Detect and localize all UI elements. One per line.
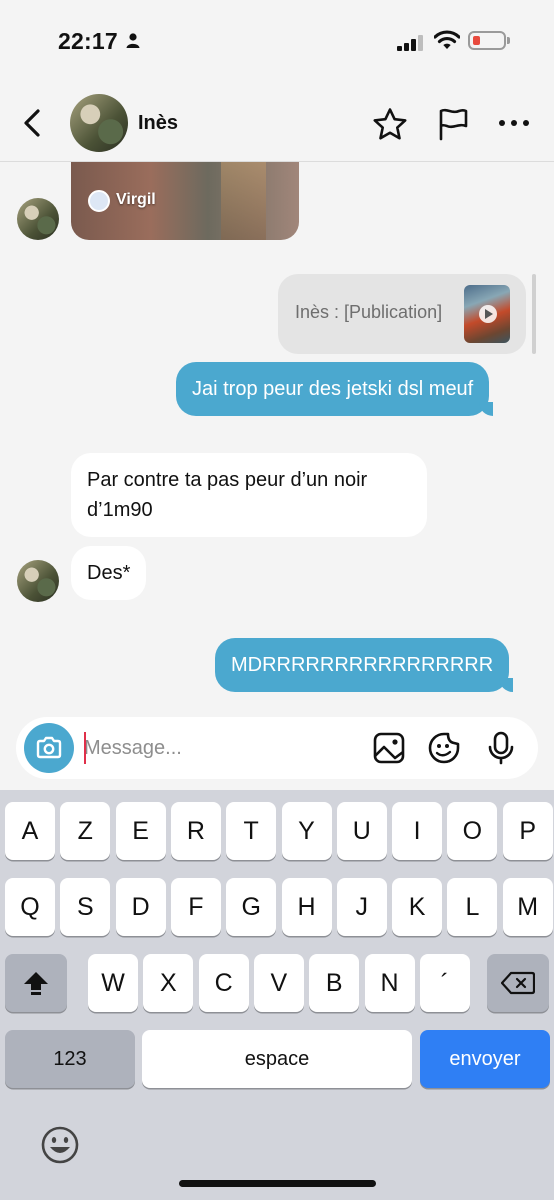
incoming-message[interactable]: Par contre ta pas peur d’un noir d’1m90: [71, 453, 427, 537]
key-l[interactable]: L: [447, 878, 498, 936]
sender-avatar[interactable]: [17, 198, 59, 240]
battery-icon: [468, 31, 506, 50]
shift-icon: [24, 972, 48, 995]
key-g[interactable]: G: [226, 878, 277, 936]
key-b[interactable]: B: [309, 954, 360, 1012]
key-i[interactable]: I: [392, 802, 443, 860]
key-v[interactable]: V: [253, 954, 304, 1012]
contact-name[interactable]: Inès: [138, 112, 178, 135]
shift-key[interactable]: [5, 954, 67, 1012]
play-icon: [479, 305, 497, 323]
shared-post-text: Inès : [Publication]: [295, 302, 443, 322]
text-cursor: [84, 732, 86, 764]
sender-avatar[interactable]: [17, 560, 59, 602]
back-icon[interactable]: [16, 106, 48, 140]
media-author: Virgil: [116, 191, 156, 208]
key-k[interactable]: K: [392, 878, 443, 936]
message-text: MDRRRRRRRRRRRRRRRR: [231, 654, 494, 676]
key-h[interactable]: H: [281, 878, 332, 936]
contact-avatar[interactable]: [70, 94, 128, 152]
key-s[interactable]: S: [60, 878, 111, 936]
gallery-icon[interactable]: [372, 731, 406, 765]
emoji-icon[interactable]: [40, 1125, 80, 1165]
send-key[interactable]: envoyer: [420, 1030, 550, 1088]
key-p[interactable]: P: [502, 802, 553, 860]
battery-level: [473, 36, 480, 45]
message-text-line: d’1m90: [87, 499, 153, 521]
status-time: 22:17: [58, 28, 118, 54]
status-bar: 22:17: [0, 0, 554, 84]
space-key[interactable]: espace: [142, 1030, 412, 1088]
home-indicator[interactable]: [179, 1180, 376, 1187]
message-text: Jai trop peur des jetski dsl meuf: [192, 378, 474, 400]
key-o[interactable]: O: [447, 802, 498, 860]
numbers-key[interactable]: 123: [5, 1030, 135, 1088]
key-f[interactable]: F: [170, 878, 221, 936]
key-q[interactable]: Q: [5, 878, 55, 936]
chat-header: Inès: [0, 84, 554, 162]
key-acute-accent[interactable]: ´: [419, 954, 470, 1012]
key-a[interactable]: A: [5, 802, 55, 860]
key-c[interactable]: C: [198, 954, 249, 1012]
camera-icon: [36, 736, 62, 759]
key-d[interactable]: D: [115, 878, 166, 936]
sticker-icon[interactable]: [427, 731, 461, 765]
camera-button[interactable]: [24, 723, 74, 773]
post-thumbnail: [464, 285, 510, 343]
more-icon[interactable]: [498, 118, 530, 128]
key-u[interactable]: U: [336, 802, 387, 860]
key-r[interactable]: R: [170, 802, 221, 860]
delete-key[interactable]: [487, 954, 549, 1012]
signal-icon: [397, 35, 425, 51]
star-icon[interactable]: [372, 107, 408, 141]
wifi-icon: [434, 30, 460, 49]
incoming-message[interactable]: Des*: [71, 546, 147, 600]
key-n[interactable]: N: [364, 954, 415, 1012]
key-m[interactable]: M: [502, 878, 553, 936]
key-t[interactable]: T: [226, 802, 277, 860]
key-x[interactable]: X: [143, 954, 194, 1012]
message-composer: [16, 717, 538, 779]
key-z[interactable]: Z: [60, 802, 111, 860]
key-e[interactable]: E: [115, 802, 166, 860]
outgoing-message[interactable]: Jai trop peur des jetski dsl meuf: [176, 362, 494, 416]
key-j[interactable]: J: [336, 878, 387, 936]
message-text-line: Par contre ta pas peur d’un noir: [87, 469, 368, 491]
outgoing-message[interactable]: MDRRRRRRRRRRRRRRRR: [215, 638, 514, 692]
key-w[interactable]: W: [88, 954, 138, 1012]
shared-post-message[interactable]: Inès : [Publication]: [278, 274, 526, 354]
message-list[interactable]: Virgil Inès : [Publication] Jai trop peu…: [0, 162, 554, 712]
backspace-icon: [501, 971, 535, 995]
author-avatar-icon: [88, 190, 110, 212]
flag-icon[interactable]: [437, 107, 469, 141]
message-input[interactable]: [84, 731, 354, 765]
microphone-icon[interactable]: [484, 731, 518, 765]
person-icon: [126, 33, 140, 48]
message-text: Des*: [87, 562, 131, 584]
key-y[interactable]: Y: [281, 802, 332, 860]
media-message[interactable]: Virgil: [71, 162, 299, 240]
scroll-indicator: [532, 274, 536, 354]
